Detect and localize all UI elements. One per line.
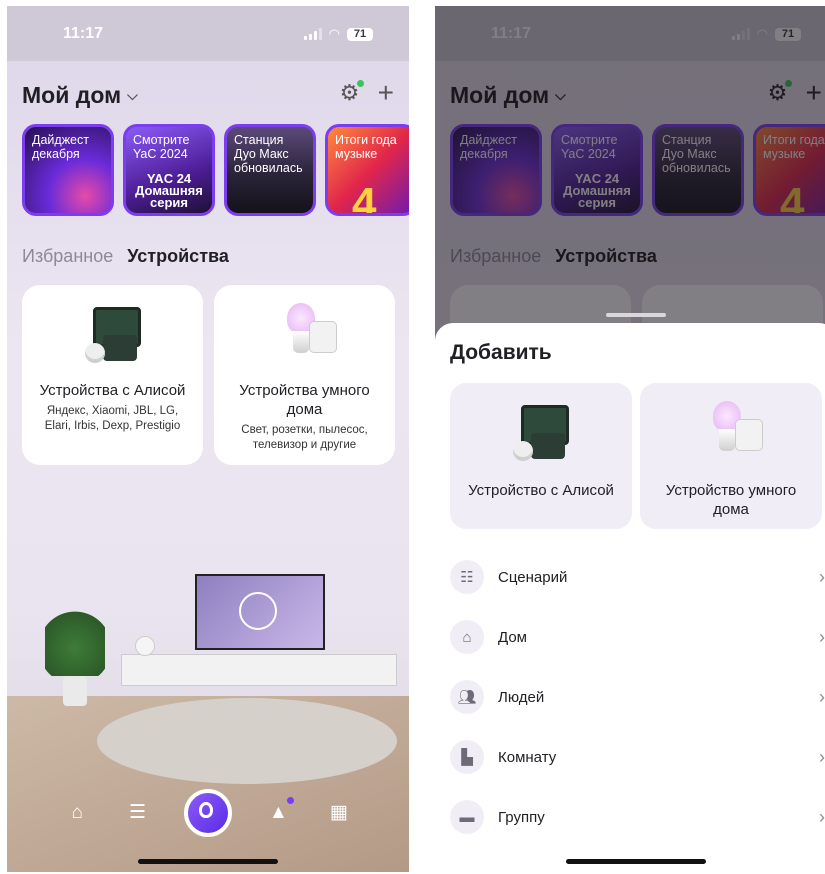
device-cards: Устройства с Алисой Яндекс, Xiaomi, JBL,… xyxy=(22,285,395,465)
story-art-text: YAC 24 Домашняя серия xyxy=(135,171,203,210)
bulb-socket-image xyxy=(691,397,771,465)
home-indicator xyxy=(138,859,278,864)
tab-devices[interactable]: Устройства xyxy=(127,246,229,267)
scenario-icon[interactable]: ☰ xyxy=(124,799,152,827)
sheet-handle[interactable] xyxy=(606,313,666,317)
bulb-socket-image xyxy=(265,299,345,367)
home-screen: 11:17 ◠ 71 Мой дом ⌵ ⚙ + Дайджест декабр… xyxy=(7,6,409,872)
tab-favorites[interactable]: Избранное xyxy=(22,246,113,267)
list-item-label: Комнату xyxy=(498,748,557,766)
stories-row: Дайджест декабря Смотрите YaC 2024 YAC 24… xyxy=(22,124,409,216)
story-label: Дайджест декабря xyxy=(32,133,89,161)
chevron-right-icon: › xyxy=(819,626,825,647)
sheet-title: Добавить xyxy=(450,341,552,364)
list-item-label: Людей xyxy=(498,688,545,706)
folder-icon: ▬ xyxy=(450,800,484,834)
story-music[interactable]: Итоги года музыке 4 xyxy=(325,124,409,216)
add-sheet-screen: 11:17 ◠ 71 Мой дом ⌵ ⚙ + Дайджест декабр… xyxy=(435,6,825,872)
battery-icon: 71 xyxy=(347,27,373,41)
chevron-right-icon: › xyxy=(819,686,825,707)
chevron-right-icon: › xyxy=(819,566,825,587)
list-item-label: Сценарий xyxy=(498,568,568,586)
story-label: Станция Дуо Макс обновилась xyxy=(234,133,303,175)
room-icon: ▙ xyxy=(450,740,484,774)
card-subtitle: Свет, розетки, пылесос, телевизор и друг… xyxy=(241,424,368,451)
list-item-scenario[interactable]: ☷ Сценарий › xyxy=(450,547,825,607)
story-yac[interactable]: Смотрите YaC 2024 YAC 24 Домашняя серия xyxy=(123,124,215,216)
tab-bar: Избранное Устройства xyxy=(22,246,229,267)
alice-devices-card[interactable]: Устройства с Алисой Яндекс, Xiaomi, JBL,… xyxy=(22,285,203,465)
home-indicator xyxy=(566,859,706,864)
add-smart-home-device-card[interactable]: Устройство умного дома xyxy=(640,383,822,529)
story-digest[interactable]: Дайджест декабря xyxy=(22,124,114,216)
add-options-list: ☷ Сценарий › ⌂ Дом › 👥︎ Людей › ▙ Комнат… xyxy=(450,547,825,847)
bottom-navigation: ⌂ ☰ ▲ ▦ xyxy=(7,788,409,838)
notification-dot xyxy=(356,80,364,87)
gear-icon[interactable]: ⚙ xyxy=(340,80,364,104)
chevron-right-icon: › xyxy=(819,746,825,767)
story-art-graphic: 4 xyxy=(352,179,377,216)
sheet-device-cards: Устройство с Алисой Устройство умного до… xyxy=(450,383,822,529)
card-title: Устройство с Алисой xyxy=(468,482,614,499)
notification-dot xyxy=(287,797,295,804)
list-item-label: Дом xyxy=(498,628,527,646)
card-title: Устройства умного дома xyxy=(239,382,370,418)
smart-speaker-image xyxy=(501,397,581,465)
add-alice-device-card[interactable]: Устройство с Алисой xyxy=(450,383,632,529)
home-title: Мой дом xyxy=(22,82,122,108)
home-selector[interactable]: Мой дом ⌵ xyxy=(22,82,394,109)
story-label: Смотрите YaC 2024 xyxy=(133,133,190,161)
card-subtitle: Яндекс, Xiaomi, JBL, LG, Elari, Irbis, D… xyxy=(44,405,181,432)
status-time: 11:17 xyxy=(63,25,104,42)
home-icon: ⌂ xyxy=(450,620,484,654)
card-title: Устройство умного дома xyxy=(665,482,797,518)
plus-icon[interactable]: + xyxy=(378,79,394,107)
story-station[interactable]: Станция Дуо Макс обновилась xyxy=(224,124,316,216)
smart-speaker-image xyxy=(73,299,153,367)
alice-button[interactable] xyxy=(183,789,232,837)
list-item-home[interactable]: ⌂ Дом › xyxy=(450,607,825,667)
list-item-people[interactable]: 👥︎ Людей › xyxy=(450,667,825,727)
chevron-right-icon: › xyxy=(819,806,825,827)
grid-icon[interactable]: ▦ xyxy=(325,799,353,827)
home-icon[interactable]: ⌂ xyxy=(63,799,91,827)
list-item-room[interactable]: ▙ Комнату › xyxy=(450,727,825,787)
list-item-group[interactable]: ▬ Группу › xyxy=(450,787,825,847)
wifi-icon: ◠ xyxy=(328,26,340,41)
story-label: Итоги года музыке xyxy=(335,133,397,161)
status-bar: 11:17 ◠ 71 xyxy=(7,6,409,61)
scenario-icon: ☷ xyxy=(450,560,484,594)
card-title: Устройства с Алисой xyxy=(39,382,186,399)
bag-icon[interactable]: ▲ xyxy=(264,797,295,827)
add-bottom-sheet: Добавить Устройство с Алисой Устройство … xyxy=(435,313,825,872)
people-icon: 👥︎ xyxy=(450,680,484,714)
chevron-down-icon: ⌵ xyxy=(127,87,138,103)
signal-icon xyxy=(303,28,322,40)
list-item-label: Группу xyxy=(498,808,545,826)
header: Мой дом ⌵ ⚙ + xyxy=(22,79,394,116)
smart-home-card[interactable]: Устройства умного дома Свет, розетки, пы… xyxy=(214,285,395,465)
